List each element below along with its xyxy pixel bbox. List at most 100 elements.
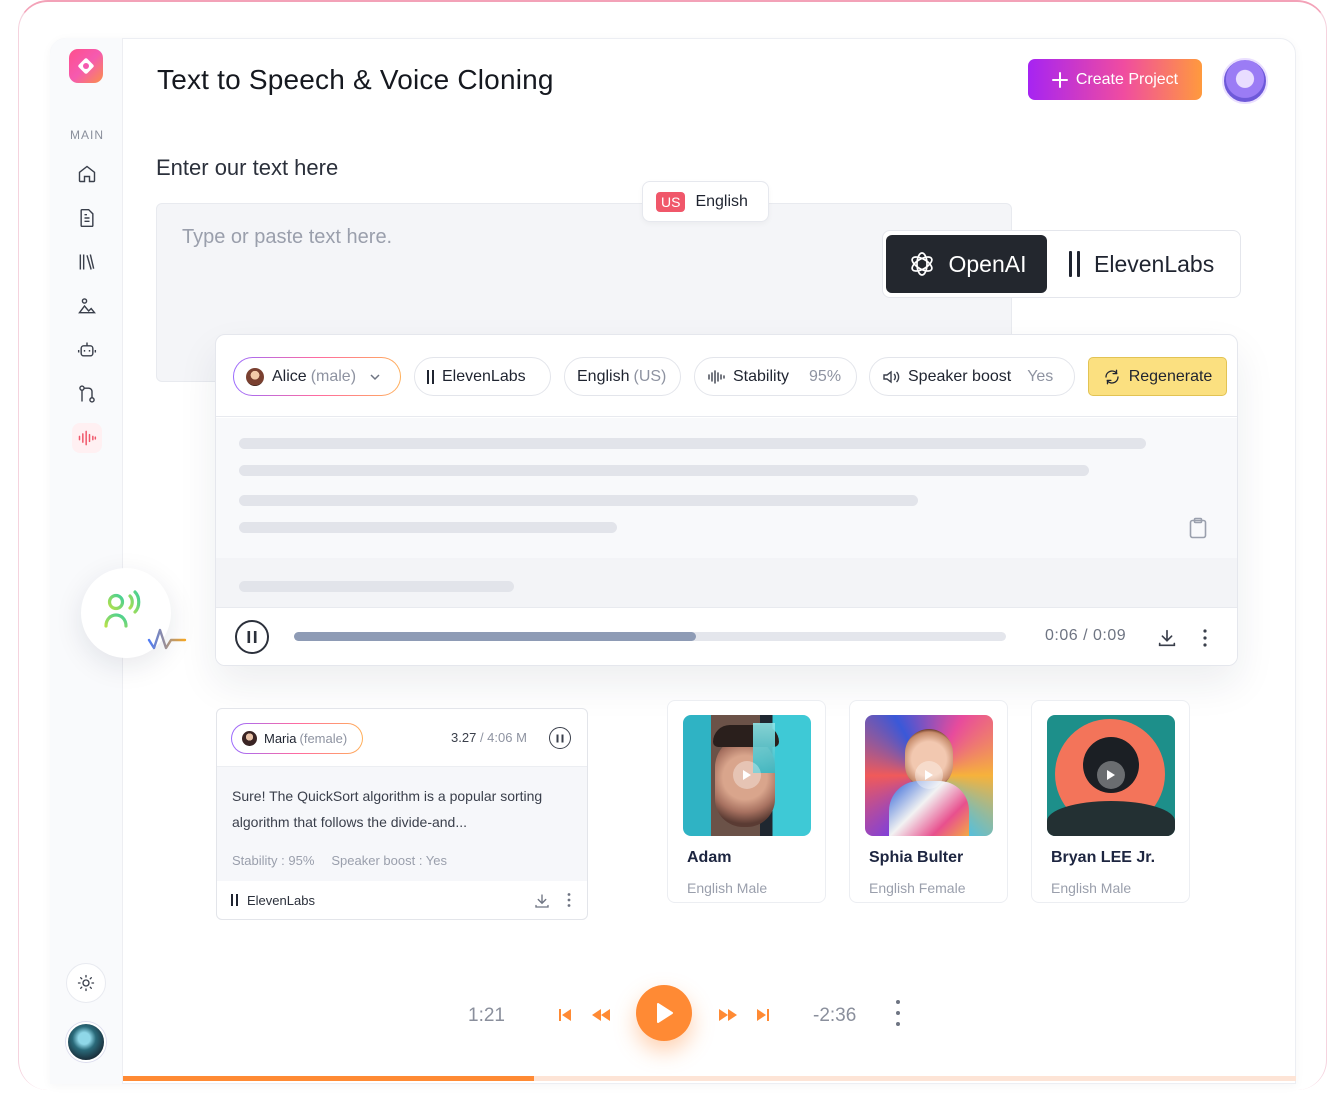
history-duration: / 4:06 M [479,730,527,745]
sidebar-item-voice[interactable] [72,423,102,453]
speaker-icon [883,370,900,383]
audio-progress-track[interactable] [294,632,1006,641]
openai-logo-icon [910,252,933,276]
more-vertical-icon[interactable] [894,999,902,1027]
elevenlabs-logo-icon [1069,251,1080,277]
chevron-down-icon [370,373,380,380]
download-icon[interactable] [533,892,551,910]
play-icon [1107,770,1115,780]
voice-card-bryan-lee-jr[interactable]: Bryan LEE Jr. English Male [1031,700,1190,903]
voice-name: Adam [687,849,732,866]
provider-openai-label: OpenAI [948,250,1027,277]
elevenlabs-small-icon [427,369,434,384]
rewind-icon [592,1009,610,1021]
rewind-button[interactable] [589,1005,613,1025]
voice-name: Alice [272,367,307,385]
skip-forward-button[interactable] [751,1005,775,1025]
settings-toolbar: Alice (male) ElevenLabs English (US) Sta… [216,335,1237,417]
fast-forward-button[interactable] [716,1005,740,1025]
provider-openai-button[interactable]: OpenAI [886,235,1047,293]
speaker-boost-label: Speaker boost [908,367,1012,385]
voice-name: Bryan LEE Jr. [1051,849,1156,866]
clipboard-icon[interactable] [1188,517,1208,539]
sidebar-item-images[interactable] [72,291,102,321]
sidebar: MAIN [50,38,123,1084]
sidebar-item-bots[interactable] [72,335,102,365]
play-button[interactable] [636,985,692,1041]
audio-progress-fill [294,632,697,641]
provider-elevenlabs-button[interactable]: ElevenLabs [1065,235,1235,293]
play-preview-button[interactable] [1097,761,1125,789]
sidebar-item-library[interactable] [72,247,102,277]
play-icon [925,770,933,780]
voice-card-adam[interactable]: Adam English Male [667,700,826,903]
sidebar-item-home[interactable] [72,159,102,189]
language-region: (US) [633,367,667,385]
skip-previous-icon [559,1009,571,1021]
voice-image-sphia-bulter [865,715,993,836]
sidebar-item-documents[interactable] [72,203,102,233]
fast-forward-icon [719,1009,737,1021]
regenerate-button[interactable]: Regenerate [1088,357,1227,396]
history-card-footer: ElevenLabs [217,881,587,919]
play-preview-button[interactable] [733,761,761,789]
refresh-icon [1105,369,1119,384]
voice-card-sphia-bulter[interactable]: Sphia Bulter English Female [849,700,1008,903]
history-card[interactable]: Maria (female) 3.27 / 4:06 M Sure! The Q… [216,708,588,920]
more-vertical-icon[interactable] [566,892,572,908]
sidebar-item-workflows[interactable] [72,379,102,409]
history-pause-button[interactable] [549,727,571,749]
more-vertical-icon[interactable] [1201,628,1209,648]
text-skeleton-line [239,522,617,533]
voice-description: English Male [1051,880,1132,896]
history-file-info: 3.27 / 4:06 M [451,730,527,745]
waveform-icon [78,430,97,446]
history-voice-avatar [242,731,257,746]
user-avatar[interactable] [1222,58,1268,104]
stability-setting[interactable]: Stability 95% [694,357,857,396]
skip-next-icon [757,1009,769,1021]
plus-icon [1051,71,1068,88]
text-skeleton-line [239,495,918,506]
speaker-boost-setting[interactable]: Speaker boost Yes [869,357,1075,396]
generated-text-footer [216,558,1237,608]
home-icon [78,165,96,183]
create-project-button[interactable]: Create Project [1028,59,1202,100]
page-title: Text to Speech & Voice Cloning [157,64,554,95]
text-skeleton-line [239,465,1089,476]
language-select[interactable]: English (US) [564,357,681,396]
pulse-icon [147,628,187,650]
nav-section-label: MAIN [70,128,104,142]
download-icon[interactable] [1156,627,1178,649]
us-flag-icon: US [656,191,686,212]
history-text: Sure! The QuickSort algorithm is a popul… [232,788,543,830]
voice-select[interactable]: Alice (male) [233,357,401,396]
language-selector[interactable]: US English [642,181,769,222]
create-project-label: Create Project [1075,70,1179,88]
history-meta: Stability : 95% Speaker boost : Yes [232,853,447,868]
text-input-heading: Enter our text here [156,155,339,180]
play-preview-button[interactable] [915,761,943,789]
provider-select[interactable]: ElevenLabs [414,357,551,396]
provider-select-label: ElevenLabs [442,367,526,385]
history-stability: Stability : 95% [232,853,315,868]
skip-back-button[interactable] [553,1005,577,1025]
app-logo[interactable] [69,49,103,83]
robot-icon [77,342,97,357]
bottom-progress-track[interactable] [123,1076,1296,1081]
sun-icon [77,974,95,992]
voice-image-bryan-lee-jr [1047,715,1175,836]
audio-time: 0:06 / 0:09 [1045,627,1127,644]
voice-avatar [246,367,264,386]
theme-toggle-button[interactable] [66,963,106,1003]
sidebar-user-avatar[interactable] [66,1022,106,1062]
history-provider: ElevenLabs [247,892,315,908]
document-icon [80,208,94,228]
provider-elevenlabs-label: ElevenLabs [1094,250,1215,277]
voice-gender: (male) [310,367,357,385]
bottom-progress-fill [123,1076,534,1081]
history-voice-name: Maria [264,731,297,746]
library-icon [79,254,95,270]
pause-button[interactable] [235,620,269,654]
elevenlabs-small-icon [231,894,238,906]
